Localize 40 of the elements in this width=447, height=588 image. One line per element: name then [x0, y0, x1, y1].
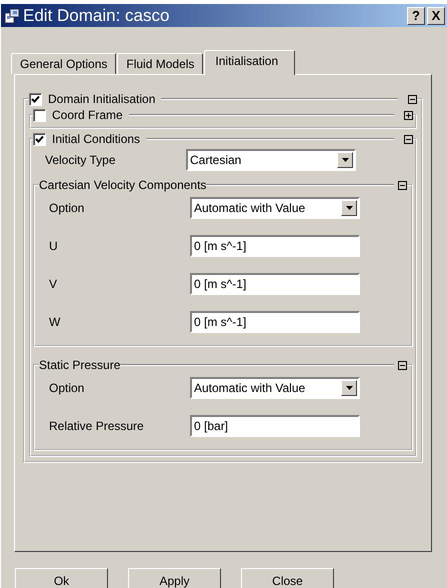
field-label: V	[49, 277, 58, 291]
caret-icon	[346, 206, 352, 210]
dropdown[interactable]: Automatic with Value	[190, 197, 360, 219]
text-field[interactable]: 0 [m s^-1]	[190, 311, 360, 333]
dropdown[interactable]: Cartesian	[186, 149, 356, 171]
field-label: W	[49, 315, 62, 329]
tab[interactable]: Initialisation	[204, 50, 296, 75]
close-button[interactable]: Close	[241, 568, 334, 588]
group-label: Cartesian Velocity Components	[39, 178, 206, 192]
caret-icon	[342, 158, 348, 162]
apply-button[interactable]: Apply	[128, 568, 221, 588]
field-label: Relative Pressure	[49, 419, 145, 433]
text-field[interactable]: 0 [bar]	[190, 415, 360, 437]
ok-button[interactable]: Ok	[15, 568, 108, 588]
checkbox[interactable]	[33, 132, 46, 146]
collapse-icon[interactable]	[408, 94, 417, 104]
expand-icon[interactable]	[404, 110, 413, 120]
dropdown[interactable]: Automatic with Value	[190, 377, 360, 399]
tab[interactable]: Fluid Models	[117, 53, 204, 74]
help-button[interactable]: ?	[407, 6, 425, 24]
group-label: Static Pressure	[39, 358, 120, 372]
checkbox[interactable]	[33, 108, 46, 122]
collapse-icon[interactable]	[398, 180, 407, 190]
text-field[interactable]: 0 [m s^-1]	[190, 235, 360, 257]
field-label: Option	[49, 201, 86, 215]
collapse-icon[interactable]	[404, 134, 413, 144]
checkbox[interactable]	[29, 92, 42, 106]
group-label: Initial Conditions	[52, 132, 140, 146]
window-icon	[4, 8, 20, 24]
field-label: Option	[49, 381, 86, 395]
collapse-icon[interactable]	[398, 360, 407, 370]
field-label: U	[49, 239, 59, 253]
caret-icon	[346, 386, 352, 390]
field-label: Velocity Type	[45, 153, 116, 167]
tab[interactable]: General Options	[11, 53, 116, 74]
group-label: Coord Frame	[52, 108, 123, 122]
group-label: Domain Initialisation	[48, 92, 156, 106]
text-field[interactable]: 0 [m s^-1]	[190, 273, 360, 295]
window-title: Edit Domain: casco	[23, 6, 170, 26]
window-close-button[interactable]: X	[427, 6, 445, 24]
